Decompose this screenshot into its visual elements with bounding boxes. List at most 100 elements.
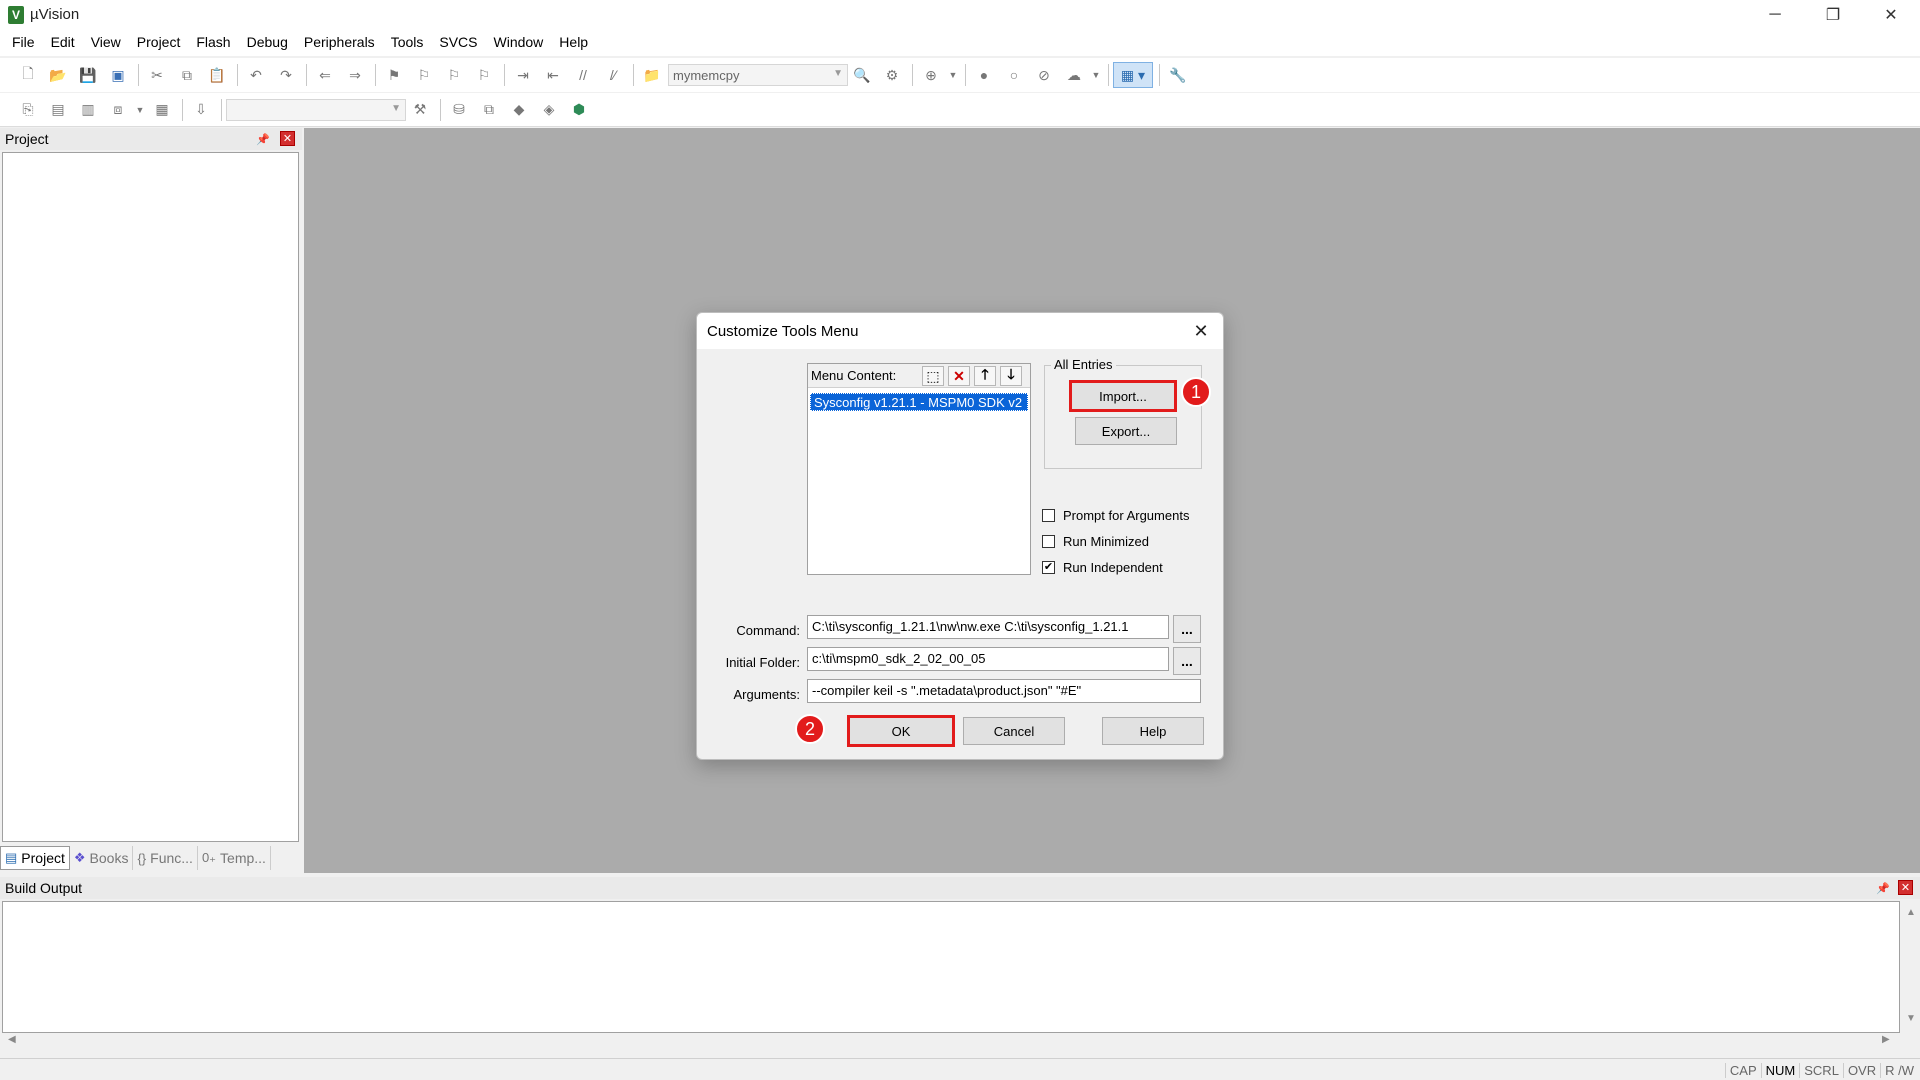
menu-view[interactable]: View bbox=[83, 29, 129, 56]
breakpoint-disable-icon[interactable]: ○ bbox=[1000, 62, 1028, 88]
close-icon[interactable]: ✕ bbox=[1898, 880, 1913, 895]
breakpoint-disable-all-icon[interactable]: ⊘ bbox=[1030, 62, 1058, 88]
scroll-down-icon[interactable]: ▼ bbox=[1906, 1013, 1916, 1024]
cut-icon[interactable]: ✂ bbox=[143, 62, 171, 88]
pin-icon[interactable]: 📌 bbox=[256, 132, 270, 146]
menu-project[interactable]: Project bbox=[129, 29, 189, 56]
copy-icon[interactable]: ⧉ bbox=[173, 62, 201, 88]
run-independent-row[interactable]: ✔ Run Independent bbox=[1042, 560, 1163, 575]
rebuild-icon[interactable]: ▥ bbox=[74, 97, 102, 123]
comment-icon[interactable]: // bbox=[569, 62, 597, 88]
menu-svcs[interactable]: SVCS bbox=[431, 29, 485, 56]
menu-debug[interactable]: Debug bbox=[239, 29, 296, 56]
target-options-icon[interactable]: ⚒ bbox=[406, 97, 434, 123]
chevron-down-icon[interactable]: ▼ bbox=[947, 62, 959, 88]
move-down-icon[interactable]: 🡓 bbox=[1000, 366, 1022, 386]
ok-button[interactable]: OK bbox=[847, 715, 955, 747]
move-up-icon[interactable]: 🡑 bbox=[974, 366, 996, 386]
prev-bookmark-icon[interactable]: ⚐ bbox=[410, 62, 438, 88]
translate-icon[interactable]: ⎘ bbox=[14, 97, 42, 123]
navigate-back-icon[interactable]: ⇐ bbox=[311, 62, 339, 88]
pack-installer-icon[interactable]: ◈ bbox=[535, 97, 563, 123]
menu-entry-selected[interactable]: Sysconfig v1.21.1 - MSPM0 SDK v2 bbox=[810, 393, 1028, 411]
initial-folder-field[interactable]: c:\ti\mspm0_sdk_2_02_00_05 bbox=[807, 647, 1169, 671]
vertical-scrollbar[interactable]: ▲ ▼ bbox=[1902, 901, 1920, 1033]
undo-icon[interactable]: ↶ bbox=[242, 62, 270, 88]
close-window-button[interactable]: ✕ bbox=[1862, 0, 1920, 29]
scroll-left-icon[interactable]: ◀ bbox=[8, 1034, 16, 1045]
prompt-arguments-row[interactable]: Prompt for Arguments bbox=[1042, 508, 1189, 523]
uncomment-icon[interactable]: /⁄ bbox=[599, 62, 627, 88]
restore-button[interactable]: ❐ bbox=[1804, 0, 1862, 29]
command-browse-button[interactable]: ... bbox=[1173, 615, 1201, 643]
arguments-field[interactable]: --compiler keil -s ".metadata\product.js… bbox=[807, 679, 1201, 703]
redo-icon[interactable]: ↷ bbox=[272, 62, 300, 88]
paste-icon[interactable]: 📋 bbox=[203, 62, 231, 88]
horizontal-scrollbar[interactable]: ◀ ▶ bbox=[2, 1033, 1900, 1049]
prompt-arguments-checkbox[interactable] bbox=[1042, 509, 1055, 522]
tab-templates[interactable]: 0₊ Temp... bbox=[198, 846, 271, 870]
download-load-icon[interactable]: ⇩ bbox=[187, 97, 215, 123]
open-file-icon[interactable]: 📂 bbox=[44, 62, 72, 88]
help-button[interactable]: Help bbox=[1102, 717, 1204, 745]
run-time-environment-icon[interactable]: ⬢ bbox=[565, 97, 593, 123]
build-icon[interactable]: ▤ bbox=[44, 97, 72, 123]
batch-build-icon[interactable]: ⧈ bbox=[104, 97, 132, 123]
uvision-app-icon: V bbox=[8, 5, 24, 24]
scroll-right-icon[interactable]: ▶ bbox=[1882, 1034, 1890, 1045]
command-field[interactable]: C:\ti\sysconfig_1.21.1\nw\nw.exe C:\ti\s… bbox=[807, 615, 1169, 639]
scroll-up-icon[interactable]: ▲ bbox=[1906, 907, 1916, 918]
stop-build-icon[interactable]: ▦ bbox=[148, 97, 176, 123]
unindent-icon[interactable]: ⇤ bbox=[539, 62, 567, 88]
pin-icon[interactable]: 📌 bbox=[1876, 881, 1890, 895]
save-all-icon[interactable]: ▣ bbox=[104, 62, 132, 88]
find-in-files-icon[interactable]: 📁 bbox=[638, 62, 666, 88]
new-file-icon[interactable]: 🗋 bbox=[14, 62, 42, 88]
menu-help[interactable]: Help bbox=[551, 29, 596, 56]
navigate-forward-icon[interactable]: ⇒ bbox=[341, 62, 369, 88]
debug-session-icon[interactable]: ⚙ bbox=[878, 62, 906, 88]
window-layout-icon[interactable]: ▦ ▾ bbox=[1113, 62, 1153, 88]
run-minimized-row[interactable]: Run Minimized bbox=[1042, 534, 1149, 549]
minimize-button[interactable]: ─ bbox=[1746, 0, 1804, 29]
indent-icon[interactable]: ⇥ bbox=[509, 62, 537, 88]
next-bookmark-icon[interactable]: ⚐ bbox=[440, 62, 468, 88]
find-combo[interactable]: mymemcpy ▼ bbox=[668, 64, 848, 86]
close-icon[interactable]: ✕ bbox=[280, 131, 295, 146]
export-button[interactable]: Export... bbox=[1075, 417, 1177, 445]
tab-books[interactable]: ❖ Books bbox=[70, 846, 134, 870]
clear-bookmarks-icon[interactable]: ⚐ bbox=[470, 62, 498, 88]
run-independent-checkbox[interactable]: ✔ bbox=[1042, 561, 1055, 574]
build-output-text[interactable] bbox=[2, 901, 1900, 1033]
menu-tools[interactable]: Tools bbox=[383, 29, 432, 56]
close-icon[interactable]: ✕ bbox=[1189, 319, 1213, 343]
select-packs-icon[interactable]: ◆ bbox=[505, 97, 533, 123]
manage-components-icon[interactable]: ⧉ bbox=[475, 97, 503, 123]
menu-window[interactable]: Window bbox=[486, 29, 552, 56]
save-icon[interactable]: 💾 bbox=[74, 62, 102, 88]
zoom-icon[interactable]: ⊕ bbox=[917, 62, 945, 88]
bookmark-icon[interactable]: ⚑ bbox=[380, 62, 408, 88]
file-extensions-icon[interactable]: ⛁ bbox=[445, 97, 473, 123]
menu-file[interactable]: File bbox=[4, 29, 43, 56]
incremental-find-icon[interactable]: 🔍 bbox=[848, 62, 876, 88]
run-minimized-checkbox[interactable] bbox=[1042, 535, 1055, 548]
configure-icon[interactable]: 🔧 bbox=[1164, 62, 1192, 88]
target-select-combo[interactable]: ▼ bbox=[226, 98, 406, 121]
folder-browse-button[interactable]: ... bbox=[1173, 647, 1201, 675]
breakpoint-kill-icon[interactable]: ☁ bbox=[1060, 62, 1088, 88]
project-tree[interactable] bbox=[2, 152, 299, 842]
tab-project-label: Project bbox=[21, 850, 65, 866]
new-entry-icon[interactable]: ⬚ bbox=[922, 366, 944, 386]
tab-project[interactable]: ▤ Project bbox=[0, 846, 70, 870]
chevron-down-icon[interactable]: ▼ bbox=[1090, 62, 1102, 88]
chevron-down-icon[interactable]: ▼ bbox=[134, 97, 146, 123]
menu-edit[interactable]: Edit bbox=[43, 29, 83, 56]
tab-functions[interactable]: {} Func... bbox=[133, 846, 198, 870]
menu-peripherals[interactable]: Peripherals bbox=[296, 29, 383, 56]
cancel-button[interactable]: Cancel bbox=[963, 717, 1065, 745]
breakpoint-insert-icon[interactable]: ● bbox=[970, 62, 998, 88]
delete-entry-icon[interactable]: ✕ bbox=[948, 366, 970, 386]
import-button[interactable]: Import... bbox=[1069, 380, 1177, 412]
menu-flash[interactable]: Flash bbox=[188, 29, 238, 56]
